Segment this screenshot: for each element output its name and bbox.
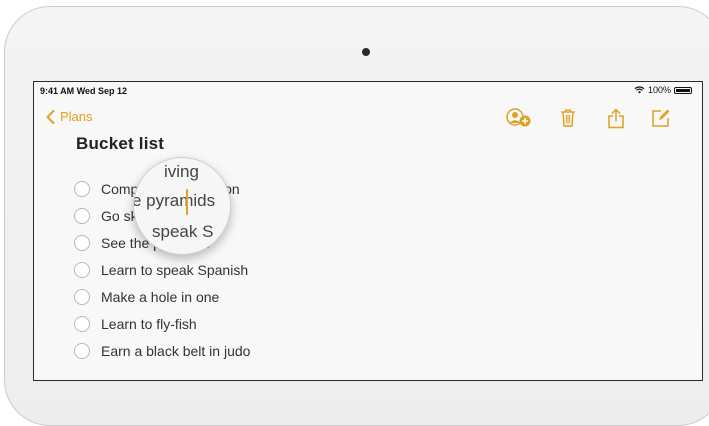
- item-label: Learn to speak Spanish: [101, 262, 249, 278]
- checkbox[interactable]: [74, 262, 90, 278]
- loupe-text-line-2: e pyramids: [133, 191, 216, 210]
- add-person-icon: [506, 108, 531, 127]
- checkbox[interactable]: [74, 208, 90, 224]
- status-date-text: Wed Sep 12: [76, 86, 128, 96]
- notes-screen: 9:41 AM Wed Sep 12 100% Plans Bucket lis…: [33, 81, 703, 381]
- compose-icon: [652, 109, 670, 127]
- back-label: Plans: [60, 109, 93, 124]
- item-label: Comp: [101, 181, 139, 197]
- checkbox[interactable]: [74, 289, 90, 305]
- battery-icon: [674, 86, 692, 94]
- status-time-text: 9:41 AM: [40, 86, 75, 96]
- checkbox[interactable]: [74, 343, 90, 359]
- status-right: 100%: [634, 85, 692, 95]
- item-label: Make a hole in one: [101, 289, 220, 305]
- item-label: Learn to fly-fish: [101, 316, 197, 332]
- checkbox[interactable]: [74, 235, 90, 251]
- front-camera: [362, 48, 370, 56]
- loupe-text-line-1: iving: [164, 162, 199, 181]
- share-icon: [608, 108, 624, 129]
- text-cursor: [186, 189, 188, 215]
- wifi-icon: [634, 86, 645, 94]
- status-time: 9:41 AM Wed Sep 12: [40, 86, 127, 96]
- compose-button[interactable]: [651, 108, 671, 133]
- chevron-left-icon: [46, 109, 55, 124]
- share-button[interactable]: [607, 108, 625, 134]
- list-item[interactable]: Earn a black belt in judo: [74, 341, 250, 361]
- list-item[interactable]: Learn to fly-fish: [74, 314, 197, 334]
- list-item[interactable]: Make a hole in one: [74, 287, 219, 307]
- checkbox[interactable]: [74, 181, 90, 197]
- add-person-button[interactable]: [506, 108, 532, 133]
- battery-percent: 100%: [647, 85, 671, 95]
- item-label: Earn a black belt in judo: [101, 343, 251, 359]
- trash-button[interactable]: [560, 108, 576, 133]
- status-bar: 9:41 AM Wed Sep 12 100%: [34, 82, 702, 98]
- checkbox[interactable]: [74, 316, 90, 332]
- trash-icon: [561, 109, 575, 127]
- back-button[interactable]: Plans: [46, 109, 93, 124]
- text-magnifier-loupe: iving e pyramids speak S: [133, 157, 231, 255]
- list-item[interactable]: Learn to speak Spanish: [74, 260, 248, 280]
- note-title[interactable]: Bucket list: [76, 134, 164, 154]
- loupe-text-line-3: speak S: [152, 222, 214, 241]
